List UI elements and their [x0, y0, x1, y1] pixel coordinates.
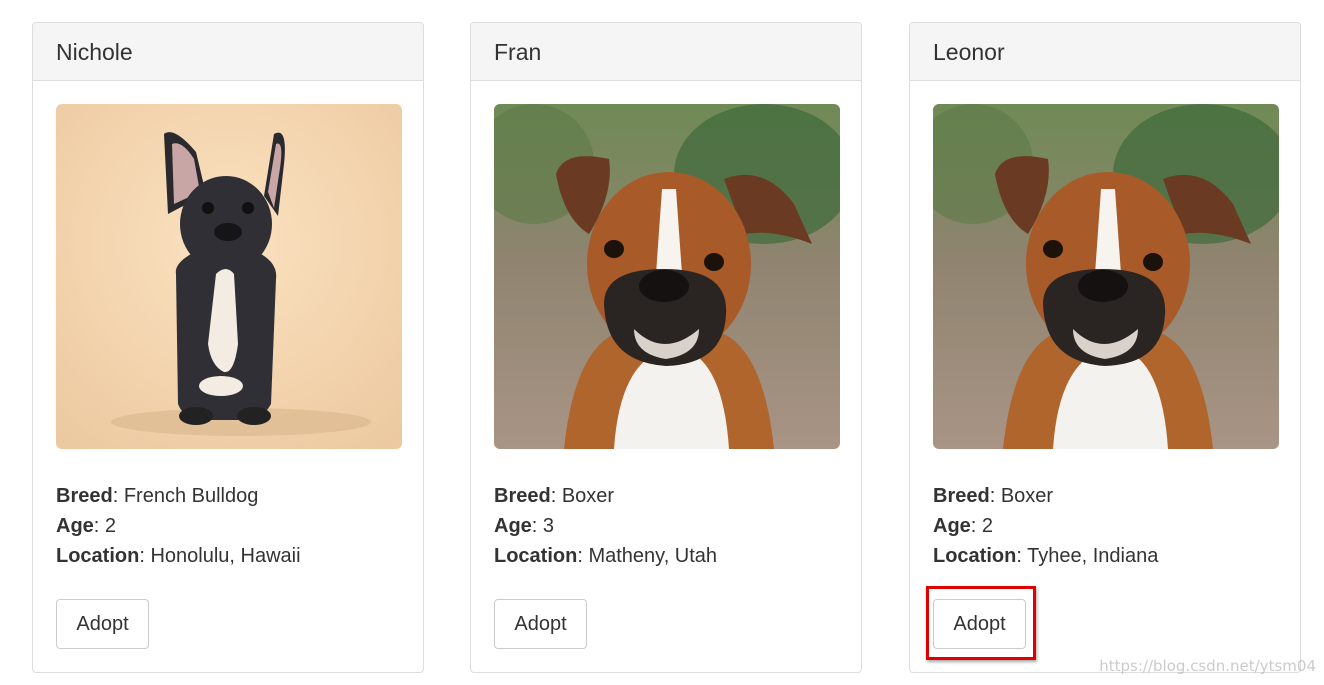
- age-label: Age: [56, 515, 94, 537]
- location-row: Location: Tyhee, Indiana: [933, 541, 1158, 571]
- pet-card: Fran Breed: Boxer Age: 3 Location: Mathe…: [470, 22, 862, 673]
- boxer-photo: [933, 104, 1279, 449]
- breed-label: Breed: [56, 485, 113, 507]
- adopt-button[interactable]: Adopt: [56, 599, 149, 649]
- pet-info: Breed: Boxer Age: 3 Location: Matheny, U…: [494, 481, 717, 571]
- separator: :: [112, 485, 124, 507]
- separator: :: [139, 545, 151, 567]
- pet-name: Nichole: [33, 23, 423, 81]
- separator: :: [550, 485, 562, 507]
- age-value: 3: [542, 515, 555, 537]
- location-label: Location: [56, 545, 140, 567]
- pet-info: Breed: French Bulldog Age: 2 Location: H…: [56, 481, 301, 571]
- pet-card: Nichole Breed: French Bulldog Age: 2 Loc…: [32, 22, 424, 673]
- separator: :: [970, 515, 982, 537]
- age-value: 2: [104, 515, 117, 537]
- breed-row: Breed: Boxer: [933, 481, 1158, 511]
- pet-info: Breed: Boxer Age: 2 Location: Tyhee, Ind…: [933, 481, 1158, 571]
- breed-label: Breed: [933, 485, 990, 507]
- location-row: Location: Matheny, Utah: [494, 541, 717, 571]
- pet-name: Fran: [471, 23, 861, 81]
- french-bulldog-photo: [56, 104, 402, 449]
- separator: :: [989, 485, 1001, 507]
- breed-value: Boxer: [561, 485, 615, 507]
- age-row: Age: 3: [494, 511, 717, 541]
- adopt-button[interactable]: Adopt: [933, 599, 1026, 649]
- breed-row: Breed: Boxer: [494, 481, 717, 511]
- age-label: Age: [494, 515, 532, 537]
- pet-name: Leonor: [910, 23, 1300, 81]
- pet-shop-page: Nichole Breed: French Bulldog Age: 2 Loc…: [0, 0, 1324, 685]
- boxer-photo: [494, 104, 840, 449]
- breed-row: Breed: French Bulldog: [56, 481, 301, 511]
- location-label: Location: [933, 545, 1017, 567]
- age-row: Age: 2: [56, 511, 301, 541]
- location-value: Honolulu, Hawaii: [150, 545, 301, 567]
- breed-label: Breed: [494, 485, 551, 507]
- watermark: https://blog.csdn.net/ytsm04: [1099, 657, 1316, 675]
- breed-value: French Bulldog: [123, 485, 259, 507]
- separator: :: [93, 515, 105, 537]
- separator: :: [1016, 545, 1028, 567]
- breed-value: Boxer: [1000, 485, 1054, 507]
- age-label: Age: [933, 515, 971, 537]
- adopt-button[interactable]: Adopt: [494, 599, 587, 649]
- age-row: Age: 2: [933, 511, 1158, 541]
- pet-card: Leonor Breed: Boxer Age: 2 Location: Tyh…: [909, 22, 1301, 673]
- location-value: Matheny, Utah: [588, 545, 718, 567]
- location-label: Location: [494, 545, 578, 567]
- separator: :: [577, 545, 589, 567]
- location-value: Tyhee, Indiana: [1027, 545, 1159, 567]
- separator: :: [531, 515, 543, 537]
- age-value: 2: [981, 515, 994, 537]
- location-row: Location: Honolulu, Hawaii: [56, 541, 301, 571]
